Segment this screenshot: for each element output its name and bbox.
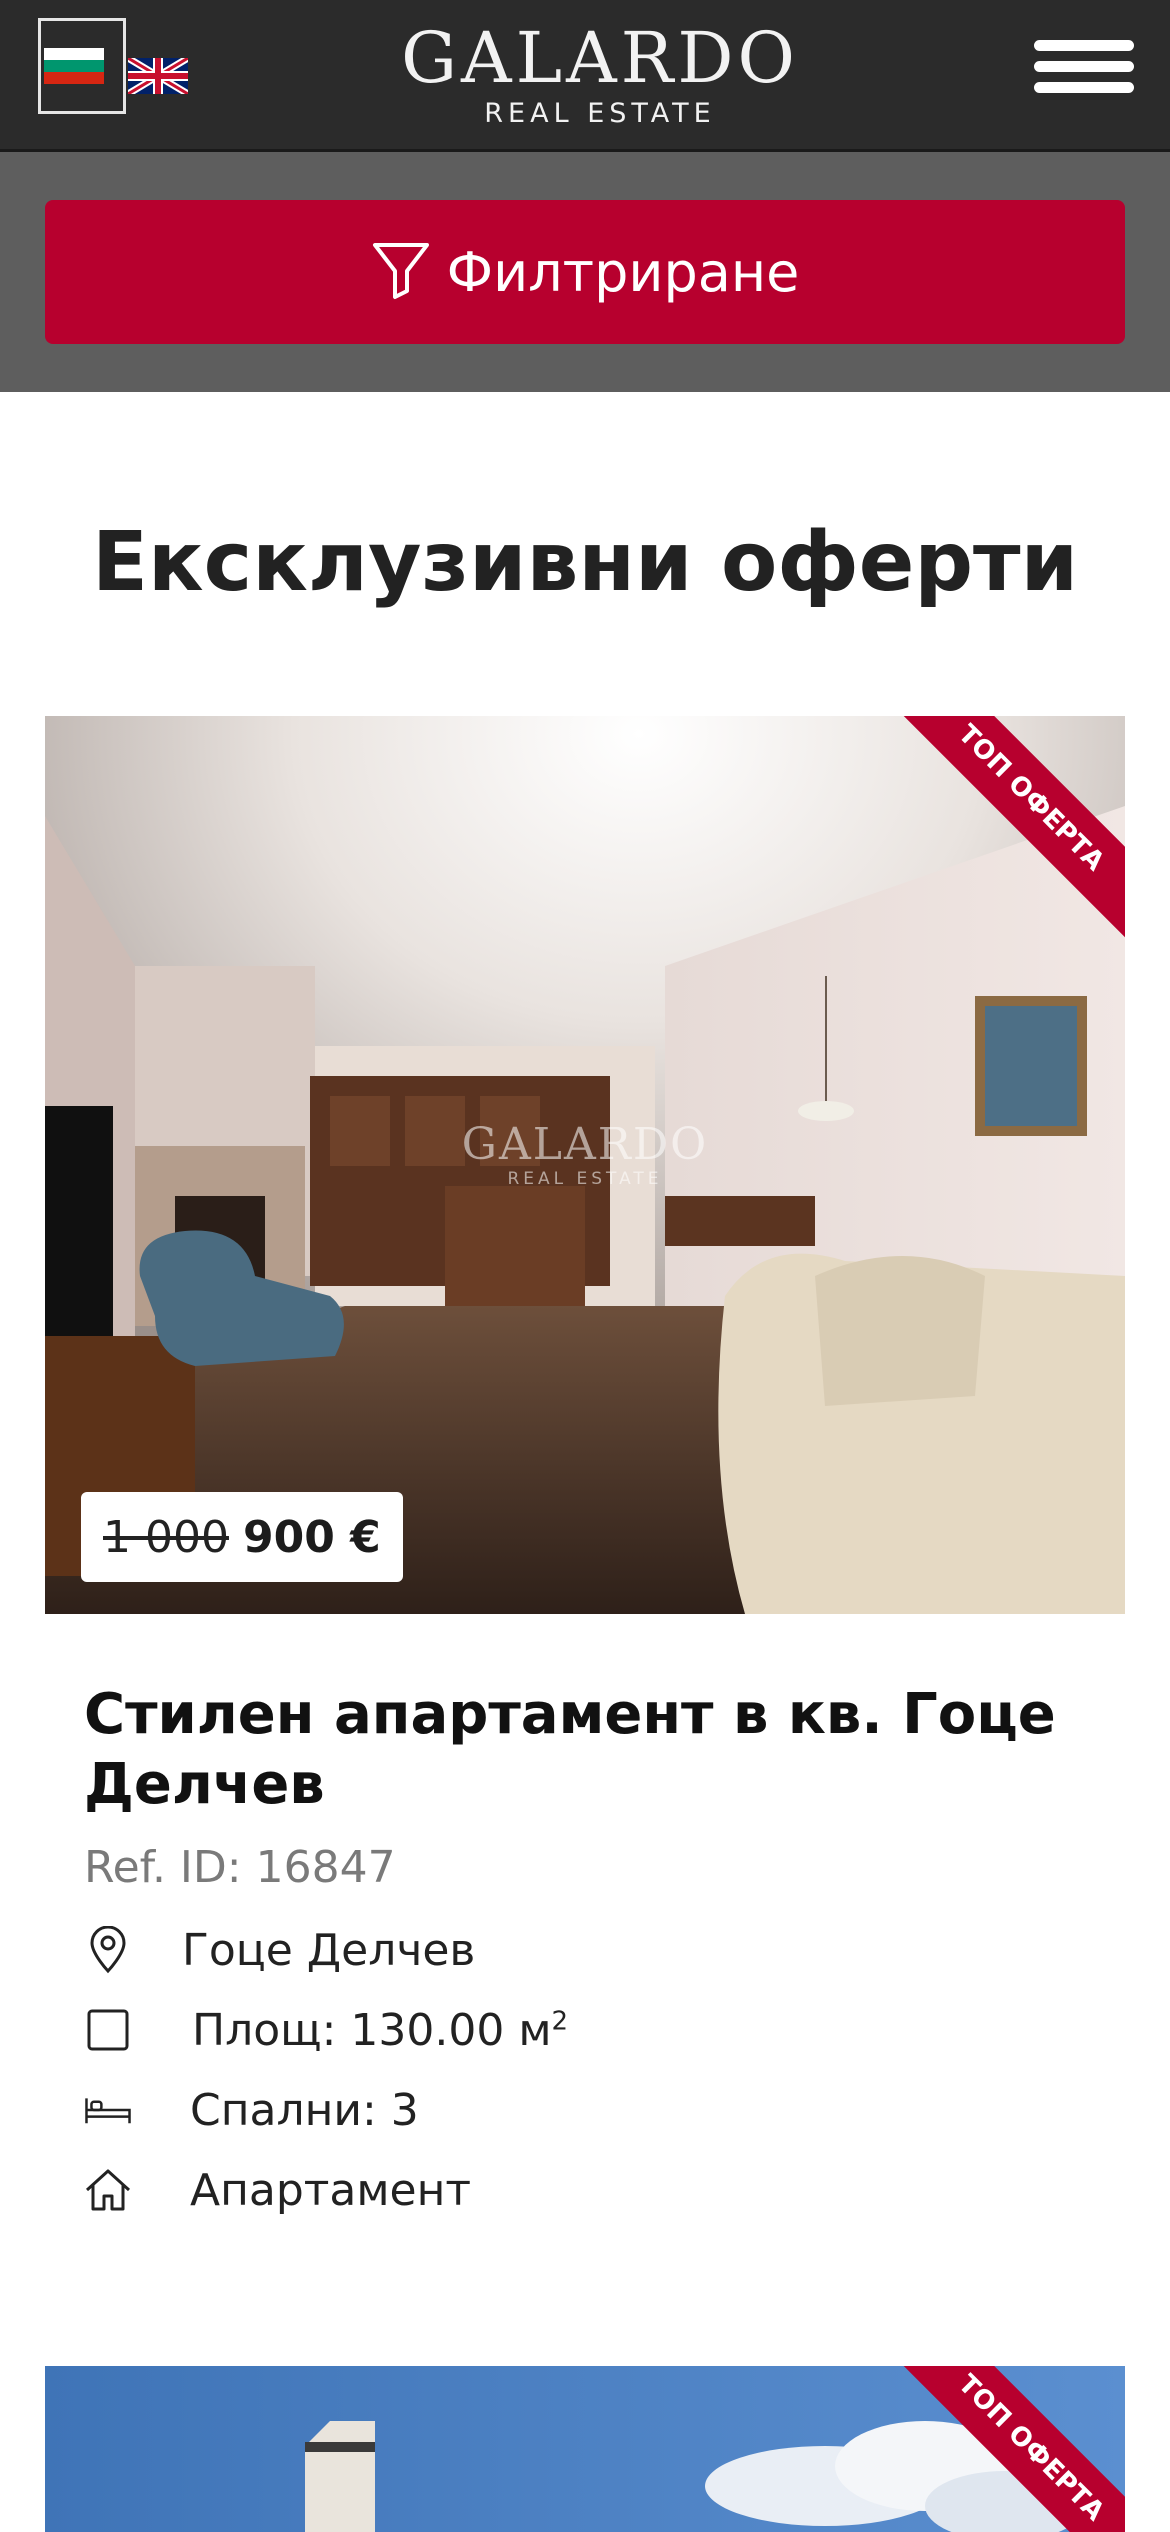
logo-wordmark: GALARDO [401,17,799,99]
price-tag: 1 000 900 € [81,1492,403,1582]
site-header: GALARDO REAL ESTATE [0,0,1170,152]
section-title: Ексклузивни оферти [91,515,1079,610]
funnel-icon [371,239,431,305]
type-text: Апартамент [190,2164,472,2216]
location-text: Гоце Делчев [182,1924,476,1976]
watermark-subtext: REAL ESTATE [507,1169,663,1189]
house-icon [84,2166,132,2214]
area-unit-superscript: 2 [551,2005,569,2036]
image-watermark: GALARDO REAL ESTATE [45,1119,1125,1190]
bulgarian-flag-icon[interactable] [44,48,104,84]
old-price: 1 000 [103,1511,229,1563]
listing-title[interactable]: Стилен апартамент в кв. Гоце Делчев [84,1680,1084,1820]
top-offer-ribbon: ТОП ОФЕРТА [885,716,1125,956]
logo-subtitle: REAL ESTATE [484,98,716,129]
listing-image[interactable]: ТОП ОФЕРТА [45,2366,1125,2532]
filter-bar: Филтриране [0,152,1170,392]
listing-bedrooms: Спални: 3 [84,2080,419,2140]
square-area-icon [84,2006,132,2054]
bedrooms-text: Спални: 3 [190,2084,419,2136]
listing-image[interactable]: ТОП ОФЕРТА GALARDO REAL ESTATE 1 000 900… [45,716,1125,1614]
listing-location: Гоце Делчев [84,1920,475,1980]
area-value: Площ: 130.00 м [192,2004,552,2056]
area-text: Площ: 130.00 м2 [192,2005,568,2056]
listing-area: Площ: 130.00 м2 [84,2000,568,2060]
hamburger-menu-icon[interactable] [1034,40,1134,100]
listing-ref-id: Ref. ID: 16847 [84,1842,396,1893]
bed-icon [84,2086,132,2134]
top-offer-label: ТОП ОФЕРТА [885,2366,1125,2532]
uk-flag-icon[interactable] [126,54,190,98]
filter-button[interactable]: Филтриране [45,200,1125,344]
listing-type: Апартамент [84,2160,471,2220]
map-pin-icon [84,1926,132,1974]
filter-button-label: Филтриране [446,240,800,304]
top-offer-ribbon: ТОП ОФЕРТА [885,2366,1125,2532]
site-logo[interactable]: GALARDO REAL ESTATE [300,18,900,130]
current-price: 900 € [242,1511,381,1563]
top-offer-label: ТОП ОФЕРТА [885,716,1125,948]
watermark-text: GALARDO [461,1119,709,1170]
